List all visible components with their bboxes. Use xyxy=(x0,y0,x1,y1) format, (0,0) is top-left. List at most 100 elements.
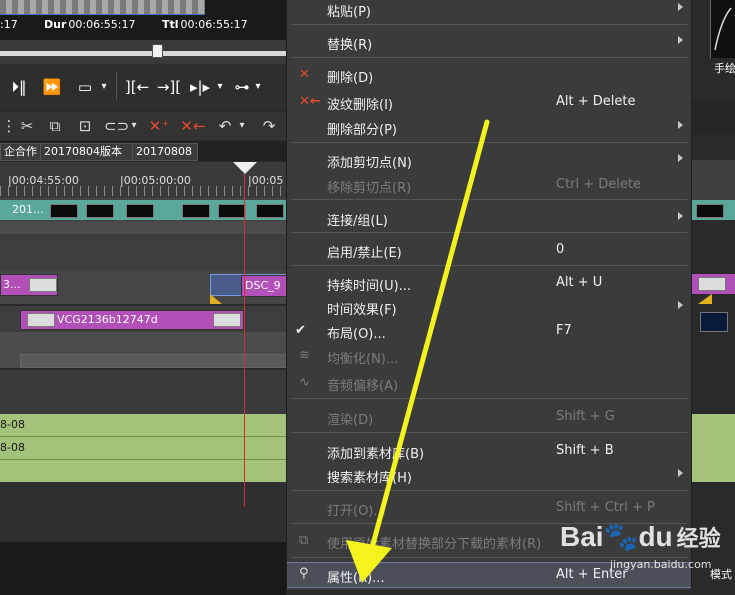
paste-icon[interactable]: ⊡ xyxy=(74,115,96,137)
menu-item-replace[interactable]: 替换(R) xyxy=(287,31,691,53)
menu-divider xyxy=(291,199,687,200)
clip-thumbnail xyxy=(29,278,57,292)
edit-toolbar: ⋮ ✂ ⧉ ⊡ ⊂⊃ ▾ ✕⁺ ✕← ↶ ▾ ↷ xyxy=(0,112,286,140)
submenu-arrow-icon xyxy=(678,469,683,477)
copy-icon[interactable]: ⧉ xyxy=(44,115,66,137)
split-icon[interactable]: ▸|▸ xyxy=(188,76,212,98)
snap-icon[interactable]: ⊶ xyxy=(232,76,252,98)
timeline-clip[interactable] xyxy=(690,200,735,220)
status-area xyxy=(0,542,286,595)
menu-item-shortcut: 0 xyxy=(556,242,565,257)
cut-icon[interactable]: ✂ xyxy=(16,115,38,137)
clip-thumbnail xyxy=(50,204,78,218)
menu-item-label: 连接/组(L) xyxy=(327,214,388,229)
clip-thumbnail xyxy=(126,204,154,218)
menu-item-search-bin[interactable]: 搜索素材库(H) xyxy=(287,464,691,486)
ripple-delete-icon[interactable]: ✕← xyxy=(180,115,206,137)
transport-toolbar: ⏵‖ ⏩ ▭ ▾ ][← →][ ▸|▸ ▾ ⊶ ▾ xyxy=(0,64,286,108)
mark-out-icon[interactable]: →][ xyxy=(156,76,182,98)
menu-divider xyxy=(291,432,687,433)
clip-thumbnail xyxy=(213,313,241,327)
clip-thumbnail xyxy=(700,312,728,332)
menu-item-add-cut-point[interactable]: 添加剪切点(N) xyxy=(287,149,691,171)
playhead-handle[interactable] xyxy=(233,162,257,174)
watermark-logo: Bai🐾du 经验 xyxy=(560,520,721,553)
menu-item-time-effect[interactable]: 时间效果(F) xyxy=(287,296,691,318)
menu-item-open: 打开(O)... Shift + Ctrl + P xyxy=(287,497,691,519)
chevron-down-icon[interactable]: ▾ xyxy=(236,115,248,137)
panel-gap xyxy=(690,100,735,134)
menu-item-label: 搜索素材库(H) xyxy=(327,471,412,486)
tab-sequence-2[interactable]: 20170804版本 xyxy=(40,143,134,161)
menu-item-shortcut: F7 xyxy=(556,323,572,338)
menu-item-enable-disable[interactable]: 启用/禁止(E) 0 xyxy=(287,239,691,261)
menu-item-ripple-delete[interactable]: ✕← 波纹删除(I) Alt + Delete xyxy=(287,91,691,113)
chevron-down-icon[interactable]: ▾ xyxy=(98,76,110,98)
clip-label: 201... xyxy=(12,203,44,216)
clip-label: VCG2136b12747d xyxy=(57,313,158,326)
undo-icon[interactable]: ↶ xyxy=(214,115,236,137)
menu-item-label: 波纹删除(I) xyxy=(327,98,393,113)
replace-icon[interactable]: ⊂⊃ xyxy=(104,115,129,137)
playhead-line xyxy=(244,174,245,507)
timeline-clip[interactable] xyxy=(690,274,735,294)
menu-item-label: 打开(O)... xyxy=(327,504,386,519)
menu-item-link-group[interactable]: 连接/组(L) xyxy=(287,207,691,229)
submenu-arrow-icon xyxy=(678,154,683,162)
menu-item-layout[interactable]: ✔ 布局(O)... F7 xyxy=(287,320,691,342)
timeline-clip[interactable]: 3... xyxy=(0,274,58,296)
baidu-watermark: Bai🐾du 经验 jingyan.baidu.com xyxy=(560,518,735,578)
menu-item-label: 粘贴(P) xyxy=(327,5,371,20)
title-track-right[interactable] xyxy=(690,414,735,482)
menu-item-label: 添加剪切点(N) xyxy=(327,156,412,171)
menu-item-paste[interactable]: 粘贴(P) xyxy=(287,0,691,20)
chevron-down-icon[interactable]: ▾ xyxy=(252,76,264,98)
menu-divider xyxy=(291,142,687,143)
tab-sequence-1[interactable]: 企合作 xyxy=(0,143,41,161)
clip-thumbnail xyxy=(27,313,55,327)
menu-item-shortcut: Ctrl + Delete xyxy=(556,177,642,192)
loop-icon[interactable]: ▭ xyxy=(74,76,96,98)
ttl-label: Ttl xyxy=(162,18,179,31)
chevron-down-icon[interactable]: ▾ xyxy=(214,76,226,98)
preset-thumbnail[interactable] xyxy=(710,0,735,58)
play-icon[interactable]: ⏵‖ xyxy=(8,76,30,98)
tab-sequence-3[interactable]: 20170808 xyxy=(132,143,198,161)
menu-item-delete-part[interactable]: 删除部分(P) xyxy=(287,116,691,138)
menu-item-shortcut: Shift + B xyxy=(556,443,614,458)
redo-icon[interactable]: ↷ xyxy=(258,115,280,137)
current-timecode: :17 xyxy=(0,18,18,31)
menu-item-label: 持续时间(U)... xyxy=(327,279,412,294)
total-readout: Ttl 00:06:55:17 xyxy=(162,18,248,31)
menu-item-duration[interactable]: 持续时间(U)... Alt + U xyxy=(287,272,691,294)
clip-thumbnail xyxy=(698,277,726,291)
menu-item-shortcut: Shift + Ctrl + P xyxy=(556,500,655,515)
audio-clip[interactable] xyxy=(20,354,288,368)
right-panel: 手绘 模式 xyxy=(690,0,735,595)
scrub-bar[interactable] xyxy=(0,40,286,64)
menu-divider xyxy=(291,265,687,266)
menu-item-delete[interactable]: ✕ 删除(D) xyxy=(287,64,691,87)
clip-thumbnail xyxy=(256,204,284,218)
menu-divider xyxy=(291,232,687,233)
delete-icon[interactable]: ✕⁺ xyxy=(146,115,172,137)
mark-in-icon[interactable]: ][← xyxy=(124,76,150,98)
duration-readout: Dur 00:06:55:17 xyxy=(44,18,136,31)
context-menu: 粘贴(P) 替换(R) ✕ 删除(D) ✕← 波纹删除(I) Alt + Del… xyxy=(286,0,692,590)
chevron-down-icon[interactable]: ▾ xyxy=(128,115,140,137)
menu-item-label: 启用/禁止(E) xyxy=(327,246,402,261)
fast-forward-icon[interactable]: ⏩ xyxy=(38,76,66,98)
check-icon: ✔ xyxy=(295,323,306,338)
timeline-clip[interactable]: DSC_9 xyxy=(210,274,289,297)
scrub-handle[interactable] xyxy=(152,44,163,58)
timeline-clip-selected[interactable]: DSC_9 xyxy=(241,275,289,297)
dur-value: 00:06:55:17 xyxy=(68,18,136,31)
scrub-track[interactable] xyxy=(0,51,286,56)
submenu-arrow-icon xyxy=(678,3,683,11)
transition-marker xyxy=(698,294,712,304)
preset-label: 手绘 xyxy=(714,62,735,75)
menu-item-label: 删除部分(P) xyxy=(327,123,397,138)
timeline-clip[interactable]: VCG2136b12747d xyxy=(20,310,244,330)
menu-item-add-to-bin[interactable]: 添加到素材库(B) Shift + B xyxy=(287,440,691,462)
menu-divider xyxy=(291,490,687,491)
